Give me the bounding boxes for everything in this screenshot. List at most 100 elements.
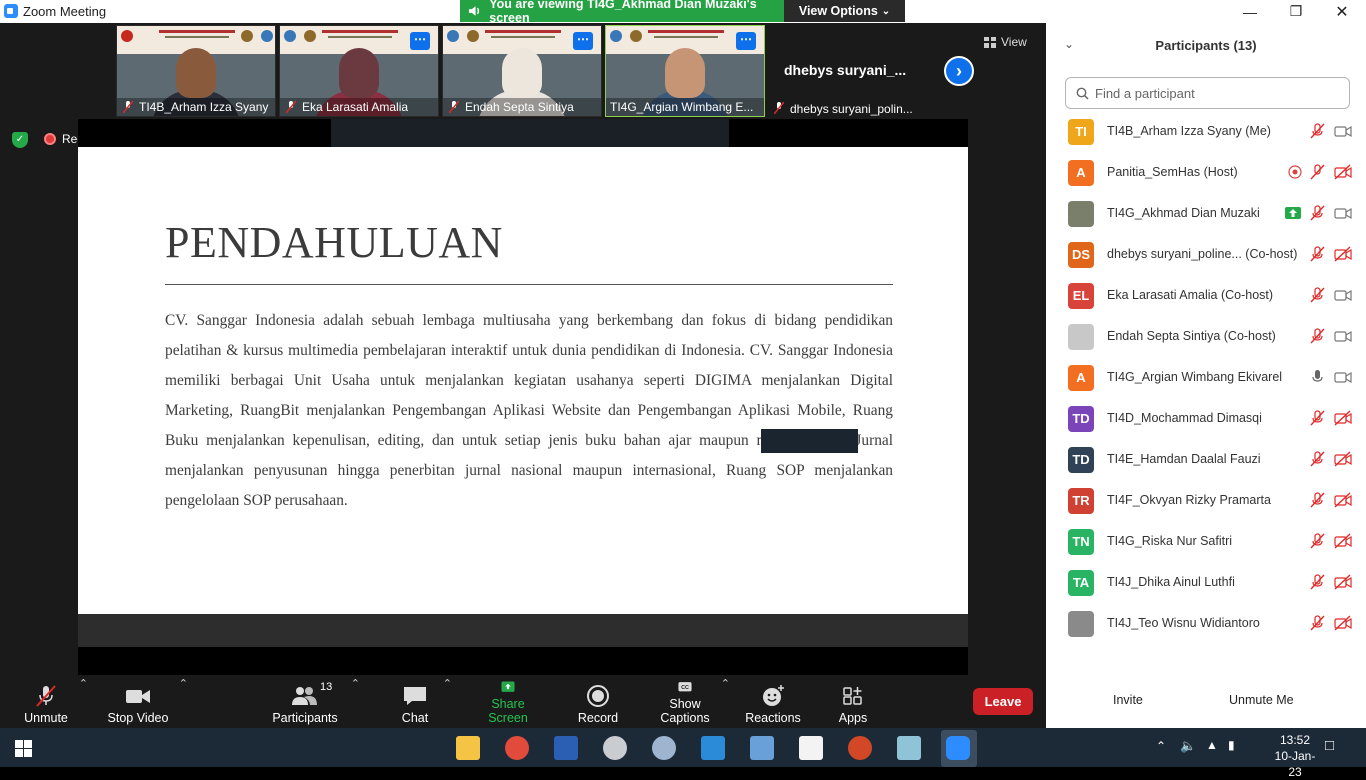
document-icon[interactable] <box>799 736 823 760</box>
muted-mic-icon <box>123 101 133 113</box>
viewing-banner: You are viewing TI4G_Akhmad Dian Muzaki'… <box>460 0 784 25</box>
zoom-taskbar-icon[interactable] <box>946 736 970 760</box>
windows-taskbar: ⌃ 🔈 ▲ ▮ □ <box>0 728 1366 767</box>
word-icon[interactable] <box>554 736 578 760</box>
participants-label: Participants <box>272 711 338 725</box>
notes-app-icon[interactable] <box>897 736 921 760</box>
security-shield-icon[interactable]: ✓ <box>12 132 28 148</box>
participant-face <box>502 48 542 98</box>
participant-row[interactable]: TI4J_Teo Wisnu Widiantoro <box>1046 603 1366 644</box>
thumbnail-name: TI4B_Arham Izza Syany <box>117 98 275 116</box>
tray-chevron-icon[interactable]: ⌃ <box>1156 739 1166 753</box>
maximize-button[interactable]: ❐ <box>1273 0 1319 23</box>
more-options-button[interactable]: ⋯ <box>736 32 756 50</box>
thumbnail-name: dhebys suryani_polin... <box>790 102 913 116</box>
share-screen-button[interactable]: Share Screen <box>472 681 544 725</box>
notification-icon[interactable]: □ <box>1325 737 1334 754</box>
file-explorer-icon[interactable] <box>456 736 480 760</box>
participant-row[interactable]: TR TI4F_Okvyan Rizky Pramarta <box>1046 480 1366 521</box>
video-camera-icon <box>126 690 150 703</box>
video-thumbnail[interactable]: ⋯ Endah Septa Sintiya <box>442 25 602 117</box>
slide-title: PENDAHULUAN <box>165 218 503 267</box>
apps-button[interactable]: Apps <box>834 681 872 725</box>
participant-name: TI4G_Akhmad Dian Muzaki <box>1107 206 1260 220</box>
video-off-icon <box>1334 492 1352 508</box>
participant-row[interactable]: EL Eka Larasati Amalia (Co-host) <box>1046 275 1366 316</box>
more-options-button[interactable]: ⋯ <box>573 32 593 50</box>
video-options-caret-icon[interactable]: ⌃ <box>179 677 188 690</box>
show-captions-button[interactable]: CC Show Captions ⌃ <box>644 678 730 725</box>
video-thumbnail[interactable]: ⋯ Eka Larasati Amalia <box>279 25 439 117</box>
participant-name: TI4E_Hamdan Daalal Fauzi <box>1107 452 1261 466</box>
participant-row[interactable]: TN TI4G_Riska Nur Safitri <box>1046 521 1366 562</box>
stop-video-button[interactable]: Stop Video ⌃ <box>106 678 188 725</box>
participant-row[interactable]: Endah Septa Sintiya (Co-host) <box>1046 316 1366 357</box>
next-page-arrow-icon[interactable]: › <box>944 56 974 86</box>
audio-options-caret-icon[interactable]: ⌃ <box>79 677 88 690</box>
muted-mic-icon <box>1310 410 1325 426</box>
paint-icon[interactable] <box>652 736 676 760</box>
unmute-me-button[interactable]: Unmute Me <box>1229 693 1294 707</box>
show-captions-label: Show Captions <box>660 697 710 725</box>
find-participant-input[interactable]: Find a participant <box>1065 77 1350 109</box>
participant-row[interactable]: DS dhebys suryani_poline... (Co-host) <box>1046 234 1366 275</box>
view-options-button[interactable]: View Options ⌄ <box>784 0 905 22</box>
volume-icon[interactable]: 🔈 <box>1180 738 1196 754</box>
invite-button[interactable]: Invite <box>1113 693 1143 707</box>
chat-label: Chat <box>401 711 429 725</box>
share-screen-arrow-icon <box>501 681 515 692</box>
leave-button[interactable]: Leave <box>973 688 1033 715</box>
reactions-button[interactable]: Reactions <box>744 681 802 725</box>
muted-mic-icon <box>1310 615 1325 631</box>
media-icon[interactable] <box>603 736 627 760</box>
view-button[interactable]: View <box>984 32 1036 52</box>
close-button[interactable]: ✕ <box>1319 0 1365 23</box>
participant-row[interactable]: TI4G_Akhmad Dian Muzaki <box>1046 193 1366 234</box>
more-options-button[interactable]: ⋯ <box>410 32 430 50</box>
taskbar-clock[interactable]: 13:52 10-Jan-23 <box>1270 732 1320 780</box>
windows-start-icon[interactable] <box>15 740 32 757</box>
avatar <box>1068 324 1094 350</box>
participant-row[interactable]: A TI4G_Argian Wimbang Ekivarel <box>1046 357 1366 398</box>
chat-caret-icon[interactable]: ⌃ <box>443 677 452 690</box>
redacted-text-block <box>761 429 858 453</box>
video-off-icon <box>1334 246 1352 262</box>
video-thumbnail-active[interactable]: ⋯ TI4G_Argian Wimbang E... <box>605 25 765 117</box>
slide-footer <box>78 614 968 647</box>
participant-row[interactable]: TA TI4J_Dhika Ainul Luthfi <box>1046 562 1366 603</box>
mic-icon <box>1310 164 1325 180</box>
captions-caret-icon[interactable]: ⌃ <box>721 677 730 690</box>
avatar: A <box>1068 160 1094 186</box>
participants-count: 13 <box>320 681 333 693</box>
battery-icon[interactable]: ▮ <box>1228 738 1235 752</box>
muted-mic-icon <box>1310 123 1325 139</box>
network-app-icon[interactable] <box>750 736 774 760</box>
avatar: TI <box>1068 119 1094 145</box>
thumbnail-name: Eka Larasati Amalia <box>280 98 438 116</box>
video-thumbnail[interactable]: TI4B_Arham Izza Syany <box>116 25 276 117</box>
wifi-icon[interactable]: ▲ <box>1206 738 1218 752</box>
participants-caret-icon[interactable]: ⌃ <box>351 677 360 690</box>
thumbnail-display-name: dhebys suryani_... <box>784 62 907 78</box>
video-camera-icon <box>1334 207 1352 220</box>
muted-mic-icon <box>1310 328 1325 344</box>
muted-mic-icon <box>1310 205 1325 221</box>
participant-row[interactable]: TI TI4B_Arham Izza Syany (Me) <box>1046 111 1366 152</box>
avatar: DS <box>1068 242 1094 268</box>
chrome-icon[interactable] <box>505 736 529 760</box>
unmute-button[interactable]: Unmute ⌃ <box>22 678 88 725</box>
participants-button[interactable]: Participants 13 ⌃ <box>272 678 360 725</box>
record-button[interactable]: Record <box>576 681 620 725</box>
vscode-icon[interactable] <box>701 736 725 760</box>
chat-button[interactable]: Chat ⌃ <box>396 678 452 725</box>
video-thumbnail-no-video[interactable]: dhebys suryani_... dhebys suryani_polin.… <box>768 25 928 117</box>
powerpoint-icon[interactable] <box>848 736 872 760</box>
participant-row[interactable]: TD TI4E_Hamdan Daalal Fauzi <box>1046 439 1366 480</box>
recording-dot-icon <box>44 133 56 145</box>
participant-row[interactable]: TD TI4D_Mochammad Dimasqi <box>1046 398 1366 439</box>
minimize-button[interactable]: — <box>1227 0 1273 23</box>
participant-row[interactable]: A Panitia_SemHas (Host) <box>1046 152 1366 193</box>
video-off-icon <box>1334 615 1352 631</box>
muted-mic-icon <box>1310 574 1325 590</box>
smiley-plus-icon <box>763 685 784 706</box>
